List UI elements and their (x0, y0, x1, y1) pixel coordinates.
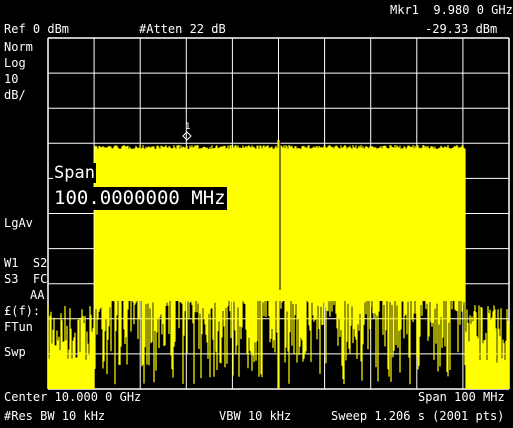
scale-unit: dB/ (4, 88, 26, 102)
scale-value: 10 (4, 72, 19, 86)
resolution-bandwidth: #Res BW 10 kHz (4, 409, 106, 423)
spectrum-display: 1 (47, 37, 510, 390)
trace-status-3: AA (30, 288, 45, 302)
sweep-time: Sweep 1.206 s (2001 pts) (331, 409, 505, 423)
active-function-title: Span (53, 163, 96, 183)
attenuation: #Atten 22 dB (139, 22, 226, 36)
frequency-tune: FTun (4, 320, 33, 334)
span-value: Span 100 MHz (418, 390, 505, 404)
trace-status-1: W1 S2 (4, 256, 48, 270)
detector-mode: Norm (4, 40, 33, 54)
marker-readout: Mkr1 9.980 0 GHz (390, 3, 513, 17)
sweep-indicator: Swp (4, 345, 26, 359)
trace-status-2: S3 FC (4, 272, 48, 286)
video-bandwidth: VBW 10 kHz (219, 409, 292, 423)
marker-1-label: 1 (185, 122, 190, 132)
center-frequency: Center 10.000 0 GHz (4, 390, 142, 404)
scale-type: Log (4, 56, 26, 70)
trace-path (47, 140, 510, 389)
reference-level: Ref 0 dBm (4, 22, 70, 36)
active-function-value[interactable]: 100.0000000 MHz (53, 187, 227, 210)
frequency-function: £(f): (4, 304, 41, 318)
spectrum-trace (47, 140, 510, 389)
average-indicator: LgAv (4, 216, 33, 230)
marker-1: 1 (182, 122, 192, 141)
marker-1-diamond (182, 131, 192, 141)
marker-level: -29.33 dBm (425, 22, 498, 36)
